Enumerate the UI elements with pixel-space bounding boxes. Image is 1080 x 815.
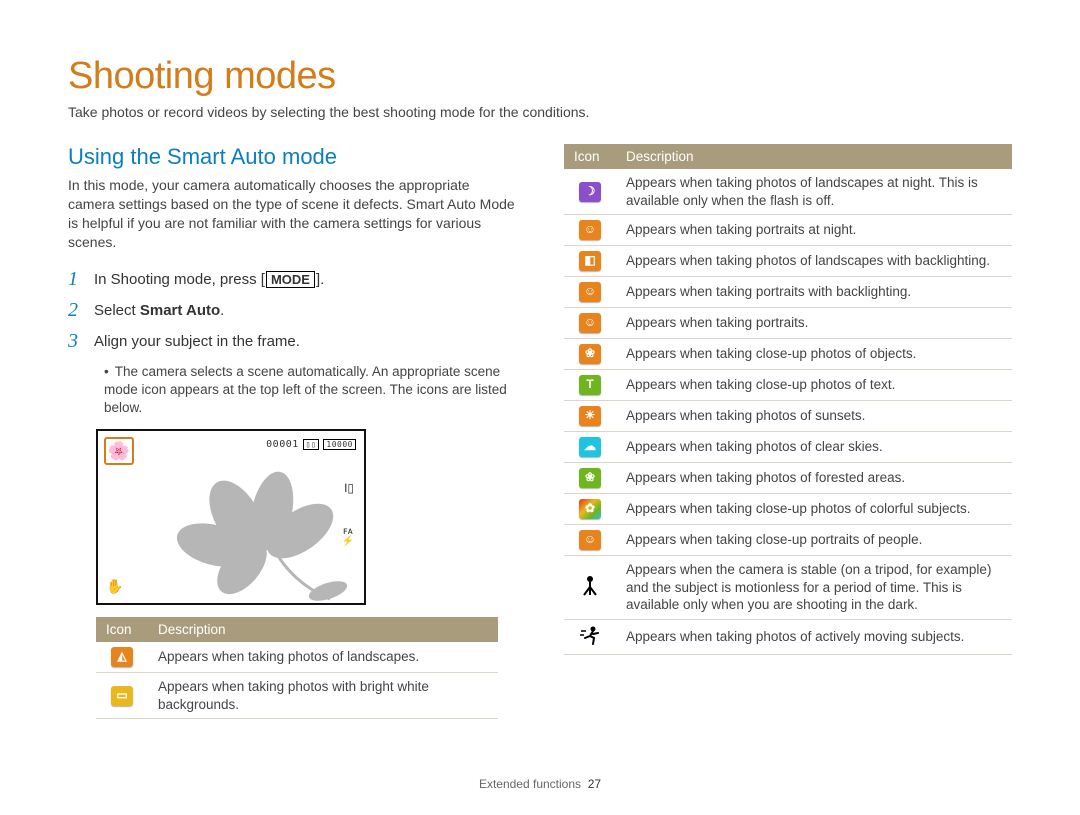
- icon-description: Appears when taking photos of landscapes…: [616, 169, 1012, 215]
- icon-description: Appears when taking photos with bright w…: [148, 673, 498, 719]
- tripod-icon: [579, 575, 601, 595]
- macro-portrait-icon: ☺: [579, 530, 601, 550]
- step-2: 2 Select Smart Auto.: [68, 299, 516, 322]
- icon-description: Appears when taking close-up photos of c…: [616, 494, 1012, 525]
- table-row: ❀ Appears when taking photos of forested …: [564, 463, 1012, 494]
- step-number: 3: [68, 330, 84, 353]
- table-row: ☁ Appears when taking photos of clear ski…: [564, 432, 1012, 463]
- table-row: T Appears when taking close-up photos of …: [564, 370, 1012, 401]
- icon-description: Appears when taking photos of clear skie…: [616, 432, 1012, 463]
- footer-page-number: 27: [588, 777, 601, 791]
- table-row: ▭ Appears when taking photos with bright …: [96, 673, 498, 719]
- icon-description: Appears when taking close-up photos of t…: [616, 370, 1012, 401]
- icon-description: Appears when taking photos of actively m…: [616, 619, 1012, 655]
- landscape-icon: ◭: [111, 647, 133, 667]
- section-body: In this mode, your camera automatically …: [68, 176, 516, 252]
- section-heading: Using the Smart Auto mode: [68, 144, 516, 170]
- macro-color-icon: ✿: [579, 499, 601, 519]
- icon-description: Appears when taking portraits.: [616, 308, 1012, 339]
- table-row: ✿ Appears when taking close-up photos of …: [564, 494, 1012, 525]
- step-1: 1 In Shooting mode, press [MODE].: [68, 268, 516, 291]
- col-header-icon: Icon: [564, 144, 616, 169]
- icon-table-left: Icon Description ◭ Appears when taking ph…: [96, 617, 498, 719]
- page-intro: Take photos or record videos by selectin…: [68, 104, 1012, 120]
- flower-illustration: [142, 467, 352, 605]
- screen-top-indicators: 00001 ▯▯ 10000: [266, 439, 356, 450]
- icon-description: Appears when the camera is stable (on a …: [616, 556, 1012, 620]
- step3-text: Align your subject in the frame.: [94, 330, 300, 353]
- icon-description: Appears when taking photos of forested a…: [616, 463, 1012, 494]
- icon-description: Appears when taking close-up portraits o…: [616, 525, 1012, 556]
- step2-text-pre: Select: [94, 302, 140, 319]
- night-portrait-icon: ☺: [579, 220, 601, 240]
- step-number: 2: [68, 299, 84, 322]
- step1-text-post: ].: [316, 271, 324, 288]
- col-header-icon: Icon: [96, 617, 148, 642]
- camera-screen-preview: 🌸 00001 ▯▯ 10000 I▯ ꜰᴀ⚡ ✋: [96, 429, 366, 605]
- icon-description: Appears when taking portraits with backl…: [616, 277, 1012, 308]
- forest-icon: ❀: [579, 468, 601, 488]
- table-row: ☺ Appears when taking portraits.: [564, 308, 1012, 339]
- macro-text-icon: T: [579, 375, 601, 395]
- table-row: ❀ Appears when taking close-up photos of …: [564, 339, 1012, 370]
- page-footer: Extended functions 27: [0, 777, 1080, 791]
- icon-table-right: Icon Description ☽ Appears when taking ph…: [564, 144, 1012, 655]
- col-header-desc: Description: [616, 144, 1012, 169]
- table-row: Appears when the camera is stable (on a …: [564, 556, 1012, 620]
- backlight-landscape-icon: ◧: [579, 251, 601, 271]
- table-row: ☺ Appears when taking portraits at night.: [564, 215, 1012, 246]
- icon-description: Appears when taking photos of sunsets.: [616, 401, 1012, 432]
- footer-section: Extended functions: [479, 777, 581, 791]
- col-header-desc: Description: [148, 617, 498, 642]
- table-row: ☺ Appears when taking portraits with back…: [564, 277, 1012, 308]
- page-title: Shooting modes: [68, 55, 1012, 98]
- moving-subject-icon: [579, 625, 601, 645]
- step2-text-post: .: [220, 302, 224, 319]
- night-landscape-icon: ☽: [579, 182, 601, 202]
- white-bg-icon: ▭: [111, 686, 133, 706]
- table-row: ◧ Appears when taking photos of landscape…: [564, 246, 1012, 277]
- icon-description: Appears when taking portraits at night.: [616, 215, 1012, 246]
- macro-object-icon: ❀: [579, 344, 601, 364]
- table-row: ☀ Appears when taking photos of sunsets.: [564, 401, 1012, 432]
- step2-bold: Smart Auto: [140, 302, 220, 319]
- step1-text-pre: In Shooting mode, press [: [94, 271, 265, 288]
- table-row: ◭ Appears when taking photos of landscape…: [96, 642, 498, 673]
- icon-description: Appears when taking photos of landscapes…: [616, 246, 1012, 277]
- step-3: 3 Align your subject in the frame.: [68, 330, 516, 353]
- table-row: ☺ Appears when taking close-up portraits …: [564, 525, 1012, 556]
- portrait-icon: ☺: [579, 313, 601, 333]
- step3-bullet: The camera selects a scene automatically…: [104, 363, 516, 418]
- icon-description: Appears when taking close-up photos of o…: [616, 339, 1012, 370]
- clear-sky-icon: ☁: [579, 437, 601, 457]
- step-number: 1: [68, 268, 84, 291]
- macro-icon: 🌸: [104, 437, 134, 465]
- mode-button-label: MODE: [266, 271, 315, 288]
- backlight-portrait-icon: ☺: [579, 282, 601, 302]
- screen-hand-indicator: ✋: [106, 578, 123, 595]
- sunset-icon: ☀: [579, 406, 601, 426]
- table-row: Appears when taking photos of actively m…: [564, 619, 1012, 655]
- table-row: ☽ Appears when taking photos of landscape…: [564, 169, 1012, 215]
- icon-description: Appears when taking photos of landscapes…: [148, 642, 498, 673]
